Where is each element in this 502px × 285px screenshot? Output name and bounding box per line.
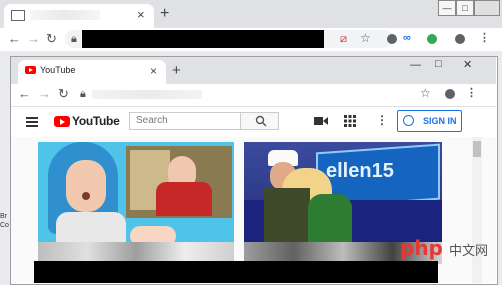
outer-profile-avatar-icon[interactable] <box>455 34 465 44</box>
outer-url-redaction <box>82 30 324 48</box>
sign-in-label: SIGN IN <box>423 116 457 126</box>
inner-menu-icon[interactable]: ⋮ <box>466 87 477 99</box>
inner-tab-title: YouTube <box>40 65 76 75</box>
video-2-overlay-text: ellen15 <box>326 160 394 182</box>
inner-forward-button[interactable]: → <box>38 87 51 101</box>
outer-extension-infinity-icon[interactable]: ∞ <box>403 32 411 44</box>
watermark-php: php <box>400 236 443 260</box>
outer-tab-title-blurred <box>30 10 100 20</box>
hamburger-menu-icon[interactable] <box>26 115 38 129</box>
inner-profile-avatar-icon[interactable] <box>445 89 455 99</box>
outer-back-button[interactable]: ← <box>8 32 21 46</box>
title-redaction <box>34 261 438 283</box>
apps-grid-icon[interactable] <box>344 115 356 127</box>
scrollbar[interactable] <box>472 137 482 283</box>
create-video-icon[interactable] <box>314 116 328 126</box>
inner-url-blurred[interactable] <box>92 90 202 99</box>
inner-reload-button[interactable]: ↻ <box>58 87 69 101</box>
outer-close-window-button[interactable] <box>474 0 500 16</box>
account-circle-icon <box>403 115 414 126</box>
youtube-logo-text[interactable]: YouTube <box>72 114 120 128</box>
inner-back-button[interactable]: ← <box>18 87 31 101</box>
youtube-favicon-icon <box>25 66 36 74</box>
outer-menu-icon[interactable]: ⋮ <box>479 32 490 44</box>
inner-close-window-button[interactable]: ✕ <box>463 58 472 71</box>
outer-tab-close-button[interactable]: × <box>137 8 145 22</box>
outer-maximize-button[interactable]: □ <box>456 0 474 16</box>
outer-extension-green-icon[interactable] <box>427 34 437 44</box>
search-icon <box>255 115 267 127</box>
outer-extension-icon[interactable] <box>387 34 397 44</box>
watermark-cn: 中文网 <box>449 243 489 258</box>
scrollbar-thumb[interactable] <box>473 141 481 157</box>
inner-new-tab-button[interactable]: + <box>172 62 181 79</box>
inner-maximize-button[interactable]: □ <box>435 58 442 70</box>
outer-bookmark-star-icon[interactable]: ☆ <box>360 32 371 44</box>
youtube-logo-icon[interactable] <box>54 116 70 127</box>
outer-reload-button[interactable]: ↻ <box>46 32 57 46</box>
outer-tab-favicon-icon <box>11 10 25 21</box>
outer-forward-button[interactable]: → <box>27 32 40 46</box>
outer-minimize-button[interactable]: — <box>438 0 456 16</box>
outer-new-tab-button[interactable]: + <box>160 6 169 22</box>
search-placeholder: Search <box>136 115 168 126</box>
outer-blocked-icon[interactable]: ⧄ <box>340 33 347 45</box>
inner-bookmark-star-icon[interactable]: ☆ <box>420 87 431 99</box>
video-thumbnail-1[interactable] <box>38 142 234 264</box>
inner-lock-icon: 🔒︎ <box>80 88 86 100</box>
inner-minimize-button[interactable]: — <box>410 59 421 71</box>
inner-tab-close-button[interactable]: × <box>150 64 157 78</box>
background-text-fragment: Br Co <box>0 213 9 229</box>
outer-lock-icon: 🔒︎ <box>71 33 77 45</box>
settings-more-icon[interactable]: ⋮ <box>376 114 388 126</box>
